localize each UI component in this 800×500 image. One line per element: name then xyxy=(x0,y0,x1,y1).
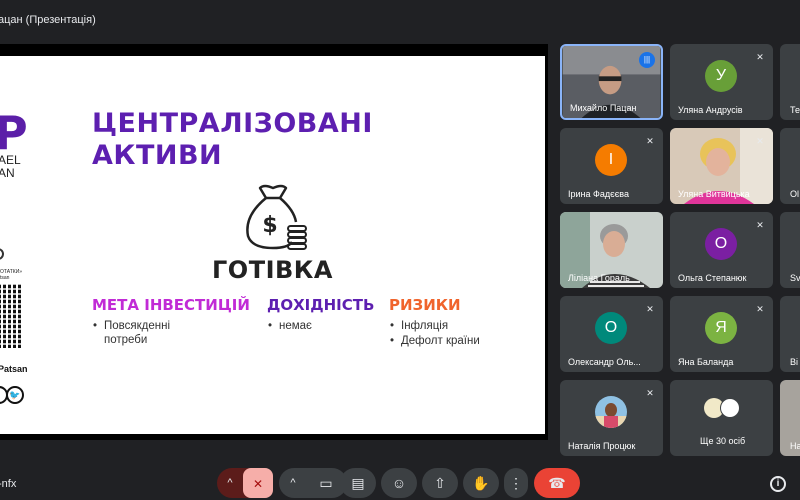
emoji-button[interactable]: ☺ xyxy=(381,468,417,498)
participant-avatar: Я xyxy=(705,312,737,344)
mic-off-button[interactable]: ✕ xyxy=(243,468,273,498)
column-list: Повсякденні потреби xyxy=(92,319,250,347)
participant-photo-avatar xyxy=(595,396,627,428)
participant-tile[interactable]: ||| Михайло Пацан xyxy=(560,44,663,120)
logo-tagline: ОТАТКИ» tsan xyxy=(0,269,22,281)
mic-off-icon: ✕ xyxy=(756,304,764,314)
column-heading: МЕТА ІНВЕСТИЦІЙ xyxy=(92,296,250,314)
slide-subtitle: ГОТІВКА xyxy=(212,256,333,284)
list-item: немає xyxy=(267,319,374,333)
slide-title-line-1: ЦЕНТРАЛІЗОВАНІ xyxy=(92,108,373,139)
column-heading: ДОХІДНІСТЬ xyxy=(267,296,375,314)
captions-icon: ▤ xyxy=(351,475,365,491)
captions-button[interactable]: ▤ xyxy=(340,468,376,498)
list-item: Повсякденні потреби xyxy=(92,319,202,347)
participant-name: Наталія Процюк xyxy=(568,441,636,451)
participant-name: Ірина Фадєєва xyxy=(568,189,629,199)
video-options-caret-icon[interactable]: ^ xyxy=(279,468,307,498)
participant-avatar: І xyxy=(595,144,627,176)
slide-title: ЦЕНТРАЛІЗОВАНІ АКТИВИ xyxy=(92,108,373,172)
meeting-code: -nfx xyxy=(0,478,17,490)
participant-tile[interactable]: На xyxy=(780,380,800,456)
participant-name: Ольга Степанюк xyxy=(678,273,747,283)
mic-off-icon: ✕ xyxy=(646,304,654,314)
social-handle: Patsan xyxy=(0,364,28,374)
participant-name: Яна Баланда xyxy=(678,357,734,367)
leave-call-button[interactable]: ☎ xyxy=(534,468,580,498)
mini-avatar xyxy=(720,398,740,418)
hangup-icon: ☎ xyxy=(548,475,566,491)
participant-tile[interactable]: І ✕ Ірина Фадєєва xyxy=(560,128,663,204)
participant-tile[interactable]: Ві xyxy=(780,296,800,372)
logo-ring-icon xyxy=(0,248,4,260)
audio-options-caret-icon[interactable]: ^ xyxy=(217,468,243,498)
speaking-indicator-icon: ||| xyxy=(639,52,655,68)
logo-tagline-2: tsan xyxy=(0,275,10,281)
more-participants-label: Ще 30 осіб xyxy=(700,436,746,446)
participant-tile[interactable]: ✕ Уляна Витвицька xyxy=(670,128,773,204)
more-vertical-icon: ⋮ xyxy=(509,475,523,491)
more-options-button[interactable]: ⋮ xyxy=(504,468,528,498)
participant-tile[interactable]: Sv xyxy=(780,212,800,288)
present-button[interactable]: ⇧ xyxy=(422,468,458,498)
mic-off-icon: ✕ xyxy=(646,136,654,146)
participant-name: Михайло Пацан xyxy=(570,103,637,113)
window-title: ацан (Презентація) xyxy=(0,14,96,26)
participant-avatar: О xyxy=(705,228,737,260)
camera-icon: ▭ xyxy=(319,475,333,491)
money-bag-icon: $ xyxy=(246,184,307,250)
participant-name: На xyxy=(790,441,800,451)
participant-tile[interactable]: ✕ Наталія Процюк xyxy=(560,380,663,456)
twitter-icon: 🐦 xyxy=(6,386,24,404)
participant-name: Ві xyxy=(790,357,799,367)
participant-name: Sv xyxy=(790,273,800,283)
mic-off-icon: ✕ xyxy=(756,52,764,62)
participant-name: Ol xyxy=(790,189,799,199)
list-item: Інфляція xyxy=(389,319,480,333)
mic-off-icon: ✕ xyxy=(756,136,764,146)
camera-button[interactable]: ▭ xyxy=(309,468,343,498)
column-yield: ДОХІДНІСТЬ немає xyxy=(267,296,374,334)
column-heading: РИЗИКИ xyxy=(389,296,461,314)
participant-tile[interactable]: Лілiана Гораль xyxy=(560,212,663,288)
list-item: Дефолт країни xyxy=(389,334,480,348)
column-list: немає xyxy=(267,319,374,333)
participant-tile[interactable]: Ol xyxy=(780,128,800,204)
participant-avatar: О xyxy=(595,312,627,344)
logo-line-2: AN xyxy=(0,166,15,180)
participant-name: Уляна Витвицька xyxy=(678,189,750,199)
present-icon: ⇧ xyxy=(434,475,446,491)
top-bar: ацан (Презентація) xyxy=(0,0,800,40)
emoji-icon: ☺ xyxy=(391,475,407,491)
svg-text:$: $ xyxy=(262,213,277,238)
mic-off-icon: ✕ xyxy=(646,388,654,398)
logo-name: AEL AN xyxy=(0,154,21,180)
participant-avatar: У xyxy=(705,60,737,92)
column-list: Інфляція Дефолт країни xyxy=(389,319,480,348)
hand-icon: ✋ xyxy=(472,475,490,491)
participant-tile[interactable]: Те xyxy=(780,44,800,120)
logo-letter: P xyxy=(0,106,28,160)
participant-name: Олександр Оль... xyxy=(568,357,641,367)
column-risks: РИЗИКИ Інфляція Дефолт країни xyxy=(389,296,480,349)
column-investment-goal: МЕТА ІНВЕСТИЦІЙ Повсякденні потреби xyxy=(92,296,250,348)
participant-name: Уляна Андрусів xyxy=(678,105,743,115)
qr-code-icon xyxy=(0,284,22,348)
mic-off-icon: ✕ xyxy=(252,477,264,491)
more-participants-tile[interactable]: Ще 30 осіб xyxy=(670,380,773,456)
raise-hand-button[interactable]: ✋ xyxy=(463,468,499,498)
meeting-info-icon[interactable]: i xyxy=(770,476,786,492)
participant-tile[interactable]: У ✕ Уляна Андрусів xyxy=(670,44,773,120)
participant-name: Те xyxy=(790,105,800,115)
mic-off-icon: ✕ xyxy=(756,220,764,230)
presentation-slide: P AEL AN ОТАТКИ» tsan Patsan 🐦 ЦЕНТРАЛІЗ… xyxy=(0,56,545,434)
participant-tile[interactable]: О ✕ Ольга Степанюк xyxy=(670,212,773,288)
participant-tile[interactable]: О ✕ Олександр Оль... xyxy=(560,296,663,372)
participant-name: Лілiана Гораль xyxy=(568,273,630,283)
participant-tile[interactable]: Я ✕ Яна Баланда xyxy=(670,296,773,372)
slide-title-line-2: АКТИВИ xyxy=(92,140,223,171)
